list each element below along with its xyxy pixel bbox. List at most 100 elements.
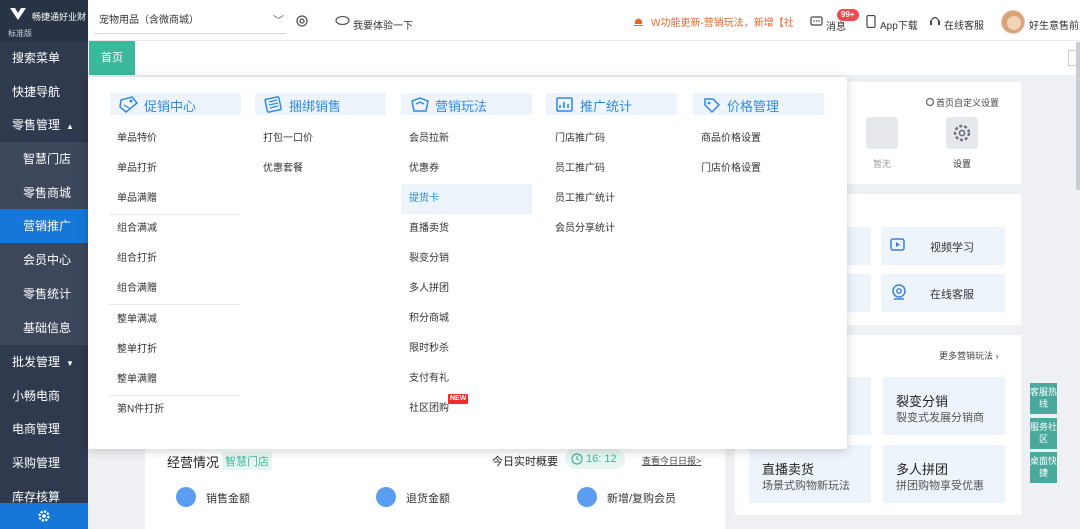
view-daily-report-link[interactable]: 查看今日日报> [642,454,701,467]
gear-icon [38,510,50,522]
brand-name: 畅捷通好业财 [32,12,87,22]
menu-item-store-price-settings[interactable]: 门店价格设置 [693,154,824,184]
caret-down-icon: ▼ [66,359,74,368]
user-name[interactable]: 好生意售前 [1029,17,1079,32]
customize-home-link[interactable]: 首页自定义设置 [936,96,999,109]
menu-item-points-mall[interactable]: 积分商城 [401,304,532,334]
menu-item-payment-gift[interactable]: 支付有礼 [401,364,532,394]
notice-marquee[interactable]: W功能更新-营销玩法，新增【社 [651,14,794,29]
menu-item-order-discount[interactable]: 整单打折 [109,335,240,365]
sidebar-item-marketing[interactable]: 营销推广 [0,209,88,243]
sidebar-item-smart-store[interactable]: 智慧门店 [0,142,88,176]
more-marketing-label: 更多营销玩法 [939,351,994,361]
sidebar-item-quick-nav[interactable]: 快捷导航 [0,75,88,109]
experience-icon [335,15,350,26]
tab-home[interactable]: 首页 [89,41,135,75]
menu-item-order-reduction[interactable]: 整单满减 [109,305,240,335]
phone-icon [866,15,876,28]
promo-tile-fission[interactable]: 裂变分销 裂变式发展分销商 [883,377,1005,435]
brand-logo: 畅捷通好业财 标准版 [0,0,88,41]
menu-item-bundle-fixed-price[interactable]: 打包一口价 [255,124,386,154]
return-amount-icon [376,487,396,507]
sidebar-item-ecom-mgmt[interactable]: 电商管理 [0,412,88,446]
realtime-summary-label: 今日实时概要 [492,456,558,468]
message-icon[interactable] [810,16,823,28]
app-download-link[interactable]: App下载 [880,17,918,32]
bundle-icon [264,96,282,113]
current-time: 16: 12 [586,453,617,465]
promo-tile-live[interactable]: 直播卖货 场景式购物新玩法 [749,445,871,503]
promo-subtitle: 拼团购物享受优惠 [896,480,984,492]
price-icon [704,98,721,114]
menu-item-fission-distribution[interactable]: 裂变分销 [401,244,532,274]
metric-member-label: 新增/复购会员 [607,493,677,505]
promo-title: 裂变分销 [896,394,949,409]
menu-item-product-price-settings[interactable]: 商品价格设置 [693,124,824,154]
side-tab-community[interactable]: 服务社区 [1030,418,1057,449]
try-experience-link[interactable]: 我要体验一下 [353,17,413,32]
column-title: 营销玩法 [435,99,488,114]
store-select[interactable]: 宠物用品（含微商城） ﹀ [94,8,286,34]
sidebar-item-purchase[interactable]: 采购管理 [0,446,88,480]
menu-item-group-buy[interactable]: 多人拼团 [401,274,532,304]
sidebar-item-search-menu[interactable]: 搜索菜单 [0,41,88,75]
column-header-price: 价格管理 [693,93,824,115]
avatar[interactable] [1001,10,1025,34]
sidebar-item-retail[interactable]: 零售管理 ▲ [0,108,88,142]
video-learning-tile[interactable]: 视频学习 [881,227,1005,265]
menu-item-combo-gift[interactable]: 组合满赠 [109,274,240,304]
sidebar-item-retail-mall[interactable]: 零售商城 [0,176,88,210]
side-tab-desktop-shortcut[interactable]: 桌面快捷 [1030,452,1057,483]
page-scrollbar[interactable] [1076,42,1080,190]
menu-item-combo-reduction[interactable]: 组合满减 [109,214,240,244]
menu-item-live-selling[interactable]: 直播卖货 [401,214,532,244]
top-header: 宠物用品（含微商城） ﹀ 我要体验一下 W功能更新-营销玩法，新增【社 消息 9… [88,0,1080,41]
menu-item-coupon[interactable]: 优惠券 [401,154,532,184]
menu-item-combo-discount[interactable]: 组合打折 [109,244,240,274]
menu-item-staff-promo-code[interactable]: 员工推广码 [547,154,678,184]
menu-item-single-special-price[interactable]: 单品特价 [109,124,240,154]
logo-icon [10,8,26,20]
menu-item-store-promo-code[interactable]: 门店推广码 [547,124,678,154]
sidebar-item-label: 批发管理 [12,355,61,369]
new-badge: NEW [448,394,469,404]
menu-item-member-acquisition[interactable]: 会员拉新 [401,124,532,154]
store-settings-gear-icon[interactable] [295,14,309,28]
menu-item-member-share-stats[interactable]: 会员分享统计 [547,214,678,244]
chevron-down-icon: ﹀ [273,15,284,27]
settings-small-icon [925,97,935,107]
menu-item-order-gift[interactable]: 整单满赠 [109,365,240,395]
sidebar-item-retail-stats[interactable]: 零售统计 [0,277,88,311]
promo-tile-group-buy[interactable]: 多人拼团 拼团购物享受优惠 [883,445,1005,503]
online-support-label: 在线客服 [930,289,974,301]
business-title: 经营情况 [167,455,220,470]
menu-item-flash-sale[interactable]: 限时秒杀 [401,334,532,364]
video-icon [890,238,905,251]
sidebar-settings-button[interactable] [0,503,88,529]
menu-item-single-discount[interactable]: 单品打折 [109,154,240,184]
more-marketing-link[interactable]: 更多营销玩法 › [939,349,999,362]
column-header-promotion: 促销中心 [110,93,241,115]
gear-icon [953,124,971,142]
menu-item-nth-item-discount[interactable]: 第N件打折 [109,395,240,425]
online-support-tile[interactable]: 在线客服 [881,274,1005,312]
menu-item-single-gift[interactable]: 单品满赠 [109,184,240,214]
settings-shortcut-button[interactable] [946,117,978,149]
sidebar-item-basic-info[interactable]: 基础信息 [0,311,88,345]
promo-title: 多人拼团 [896,462,949,477]
menu-item-staff-promo-stats[interactable]: 员工推广统计 [547,184,678,214]
menu-item-package-deal[interactable]: 优惠套餐 [255,154,386,184]
sidebar-item-wholesale[interactable]: 批发管理 ▼ [0,345,88,379]
online-support-link[interactable]: 在线客服 [944,17,984,32]
edition-label: 标准版 [8,29,32,38]
caret-up-icon: ▲ [66,122,74,131]
sidebar-item-member-center[interactable]: 会员中心 [0,243,88,277]
sales-amount-icon [176,487,196,507]
headset-icon [930,16,940,25]
sidebar-item-xiaochang-ecom[interactable]: 小畅电商 [0,379,88,413]
column-title: 捆绑销售 [289,99,342,114]
empty-shortcut-icon [866,117,898,149]
menu-item-pickup-card[interactable]: 提货卡 [401,184,532,214]
side-tab-hotline[interactable]: 客服热线 [1030,383,1057,414]
tab-bar: 首页 [88,41,1080,75]
